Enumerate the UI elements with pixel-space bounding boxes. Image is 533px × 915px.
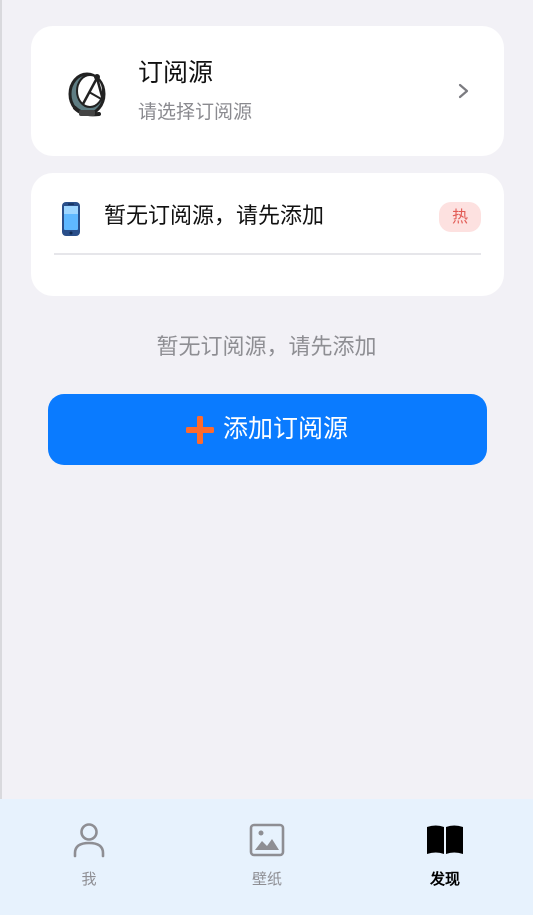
subscription-list-card: 暂无订阅源，请先添加 热 [31, 173, 504, 296]
tab-discover[interactable]: 发现 [375, 799, 515, 915]
list-item-text: 暂无订阅源，请先添加 [104, 204, 325, 229]
divider [54, 253, 481, 255]
subscription-source-selector[interactable]: 订阅源 请选择订阅源 [31, 26, 504, 156]
satellite-dish-icon [68, 72, 106, 117]
open-book-icon [427, 825, 463, 854]
smartphone-icon [62, 202, 80, 236]
image-icon [249, 823, 285, 857]
tab-wallpaper[interactable]: 壁纸 [197, 799, 337, 915]
person-icon [73, 823, 105, 858]
tab-label: 壁纸 [251, 870, 282, 888]
window-edge [0, 0, 2, 800]
bottom-tab-bar: 我 壁纸 发现 [0, 799, 533, 915]
source-subtitle: 请选择订阅源 [138, 101, 253, 123]
source-title: 订阅源 [138, 58, 214, 87]
tab-label: 发现 [429, 870, 460, 888]
tab-label: 我 [81, 870, 97, 888]
empty-state-message: 暂无订阅源，请先添加 [156, 335, 377, 360]
tab-me[interactable]: 我 [19, 799, 159, 915]
add-subscription-button[interactable]: 添加订阅源 [48, 394, 487, 465]
hot-badge: 热 [439, 202, 481, 232]
chevron-right-icon [458, 83, 469, 99]
plus-icon [186, 416, 214, 444]
add-subscription-label: 添加订阅源 [223, 415, 349, 443]
